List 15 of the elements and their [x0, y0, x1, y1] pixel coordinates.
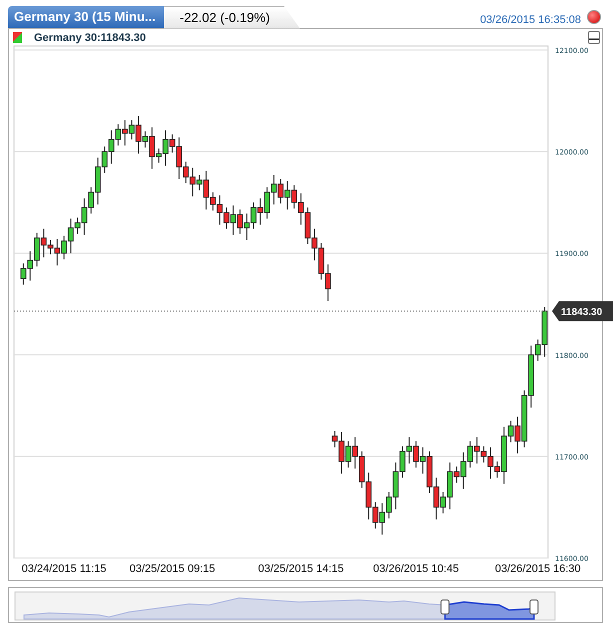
price-change: -22.02 (-0.19%) [164, 6, 300, 28]
axis-label: 03/25/2015 09:15 [129, 563, 216, 575]
minimize-button[interactable] [588, 31, 600, 44]
axis-label: 03/26/2015 16:30 [495, 563, 581, 575]
timestamp: 03/26/2015 16:35:08 [480, 14, 581, 26]
up-down-icon [13, 32, 22, 43]
instrument-price: Germany 30:11843.30 [34, 32, 146, 44]
range-handle[interactable] [530, 600, 538, 614]
record-icon[interactable] [587, 10, 601, 24]
axis-label: 03/24/2015 11:15 [22, 563, 106, 575]
axis-label: 03/26/2015 10:45 [373, 563, 459, 575]
chart-tab[interactable]: Germany 30 (15 Minu... [8, 6, 164, 28]
axis-label: 03/25/2015 14:15 [258, 563, 344, 575]
price-badge: 11843.30 [552, 301, 613, 322]
range-handle[interactable] [440, 600, 450, 614]
